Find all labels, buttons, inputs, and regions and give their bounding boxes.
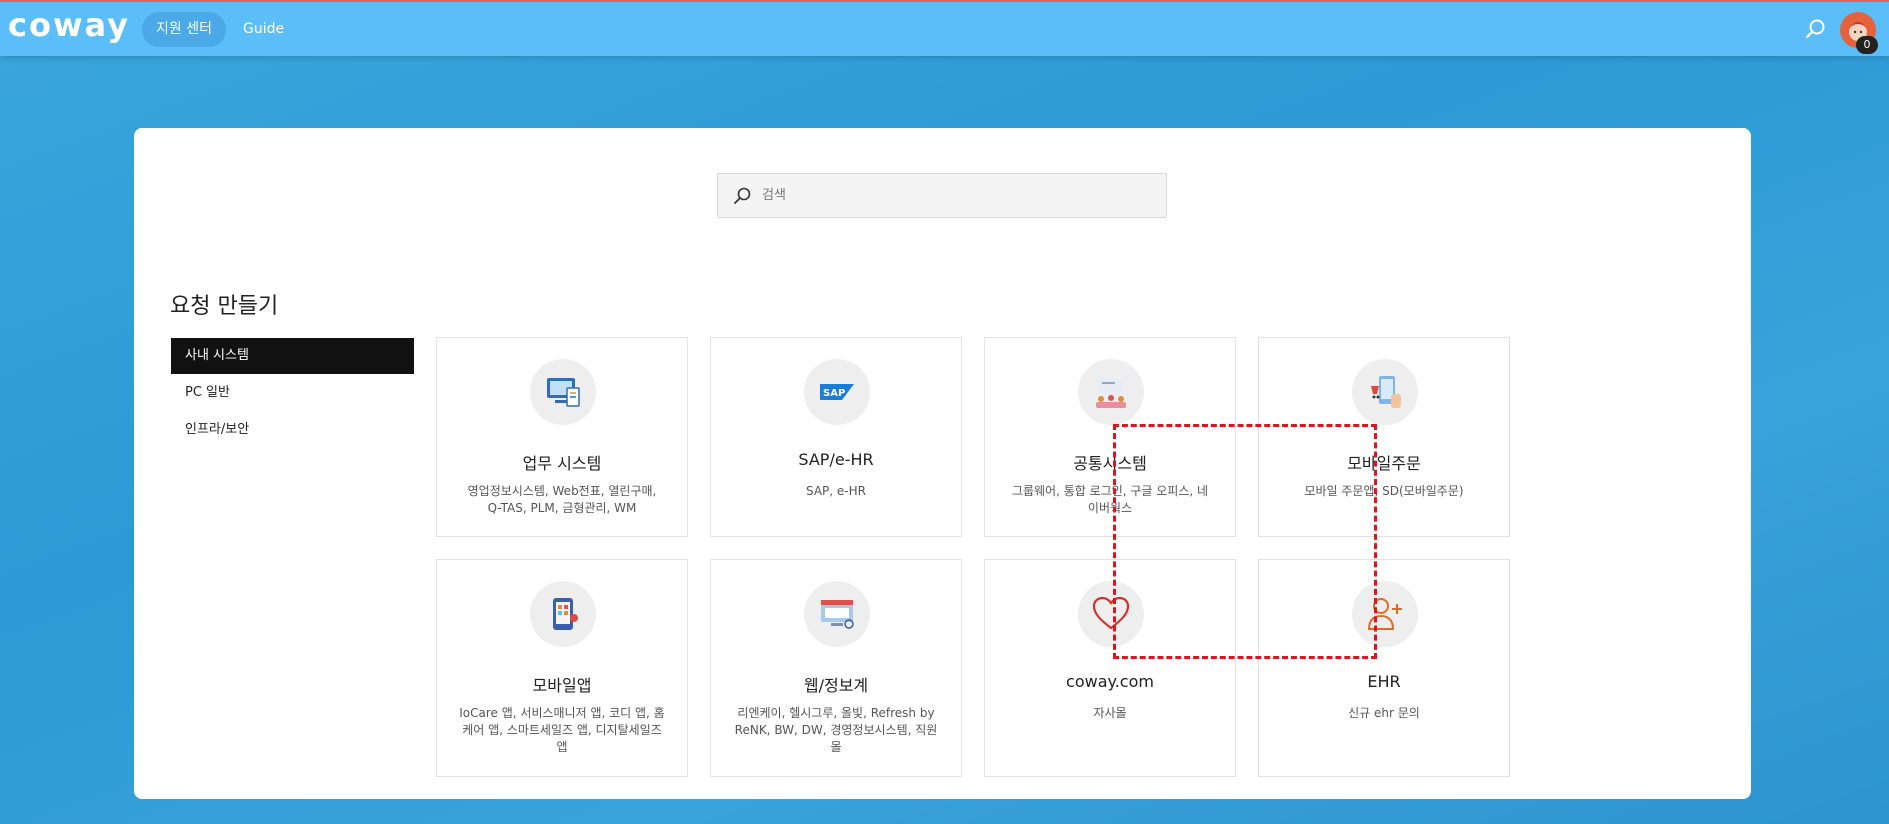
tile-title: 공통시스템	[1073, 454, 1147, 473]
web-info-icon	[821, 600, 854, 629]
section-title: 요청 만들기	[170, 294, 279, 319]
sap-logo-icon: SAP	[820, 384, 854, 400]
top-navigation-bar: coway 지원 센터 Guide 0	[0, 0, 1889, 56]
business-system-icon	[547, 378, 580, 407]
tile-web-info[interactable]: 웹/정보계 리엔케이, 헬시그루, 올빛, Refresh by ReNK, B…	[710, 559, 962, 777]
tile-title: 모바일주문	[1347, 454, 1421, 473]
nav-guide[interactable]: Guide	[243, 12, 284, 47]
mobile-order-icon	[1371, 376, 1401, 408]
tile-icon-circle	[530, 581, 596, 647]
tile-title: EHR	[1367, 672, 1401, 691]
tile-sap-ehr[interactable]: SAP SAP/e-HR SAP, e-HR	[710, 337, 962, 537]
tile-icon-circle	[1078, 581, 1144, 647]
svg-text:SAP: SAP	[823, 388, 845, 399]
heart-icon	[1092, 596, 1130, 630]
sidebar-item-internal-systems[interactable]: 사내 시스템	[171, 338, 414, 374]
tile-description: IoCare 앱, 서비스매니저 앱, 코디 앱, 홈케어 앱, 스마트세일즈 …	[459, 706, 665, 754]
tile-description: 리엔케이, 헬시그루, 올빛, Refresh by ReNK, BW, DW,…	[734, 706, 938, 754]
tile-icon-circle: SAP	[804, 359, 870, 425]
tile-title: coway.com	[1066, 672, 1154, 691]
sidebar-item-infra-security[interactable]: 인프라/보안	[171, 412, 414, 448]
tile-title: 모바일앱	[532, 676, 592, 695]
tile-mobile-app[interactable]: 모바일앱 IoCare 앱, 서비스매니저 앱, 코디 앱, 홈케어 앱, 스마…	[436, 559, 688, 777]
category-sidebar: 사내 시스템 PC 일반 인프라/보안	[171, 338, 414, 449]
tile-title: 업무 시스템	[522, 454, 602, 473]
tile-ehr[interactable]: EHR 신규 ehr 문의	[1258, 559, 1510, 777]
tile-description: 모바일 주문앱, SD(모바일주문)	[1304, 484, 1464, 498]
tile-coway-com[interactable]: coway.com 자사몰	[984, 559, 1236, 777]
add-user-icon	[1367, 598, 1402, 630]
search-input[interactable]	[762, 174, 1152, 217]
search-box[interactable]	[717, 173, 1167, 218]
tile-icon-circle	[1352, 359, 1418, 425]
tile-mobile-order[interactable]: 모바일주문 모바일 주문앱, SD(모바일주문)	[1258, 337, 1510, 537]
tile-title: 웹/정보계	[803, 676, 869, 695]
search-icon	[734, 187, 751, 204]
tile-common-system[interactable]: 공통시스템 그룹웨어, 통합 로그인, 구글 오피스, 네이버웍스	[984, 337, 1236, 537]
tile-icon-circle	[1078, 359, 1144, 425]
mobile-app-icon	[553, 598, 578, 630]
sidebar-item-pc-general[interactable]: PC 일반	[171, 375, 414, 411]
tile-icon-circle	[1352, 581, 1418, 647]
tile-description: SAP, e-HR	[806, 484, 866, 498]
search-icon[interactable]	[1804, 18, 1826, 40]
tile-description: 자사몰	[1093, 706, 1127, 720]
tile-description: 영업정보시스템, Web전표, 열린구매, Q-TAS, PLM, 금형관리, …	[467, 484, 657, 515]
common-system-icon	[1096, 378, 1126, 408]
tile-icon-circle	[530, 359, 596, 425]
nav-support-center[interactable]: 지원 센터	[142, 12, 226, 47]
cart-count-badge: 0	[1856, 36, 1878, 54]
tile-title: SAP/e-HR	[798, 450, 874, 469]
tile-description: 그룹웨어, 통합 로그인, 구글 오피스, 네이버웍스	[1011, 484, 1209, 515]
main-card: 요청 만들기 사내 시스템 PC 일반 인프라/보안 업무 시스템 영업정보시스…	[134, 128, 1751, 799]
tile-description: 신규 ehr 문의	[1348, 706, 1420, 720]
tile-icon-circle	[804, 581, 870, 647]
tile-business-system[interactable]: 업무 시스템 영업정보시스템, Web전표, 열린구매, Q-TAS, PLM,…	[436, 337, 688, 537]
coway-logo[interactable]: coway	[8, 6, 130, 44]
